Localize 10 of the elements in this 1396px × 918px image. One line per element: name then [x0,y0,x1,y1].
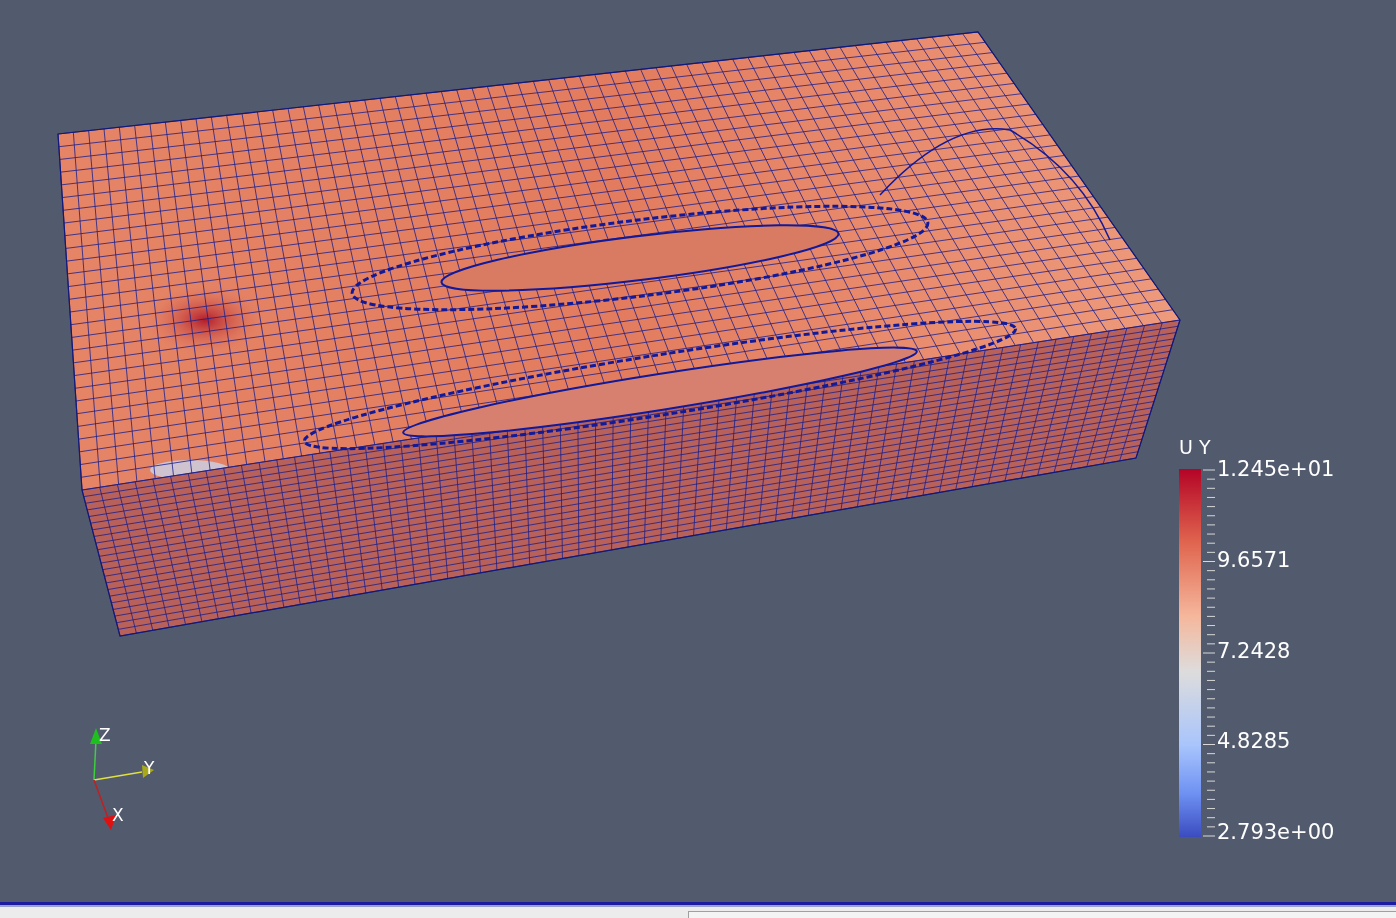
legend-value: 9.6571 [1217,549,1292,571]
x-axis-label: X [112,805,124,825]
legend-value: 4.8285 [1217,731,1292,753]
z-axis-label: Z [99,725,111,745]
tick-marks-icon [1203,469,1215,837]
legend-value: 1.245e+01 [1217,459,1335,480]
legend-value: 7.2428 [1217,640,1292,662]
legend-title: U Y [1179,438,1212,457]
y-axis-label: Y [144,758,155,778]
legend-value: 2.793e+00 [1217,822,1335,843]
